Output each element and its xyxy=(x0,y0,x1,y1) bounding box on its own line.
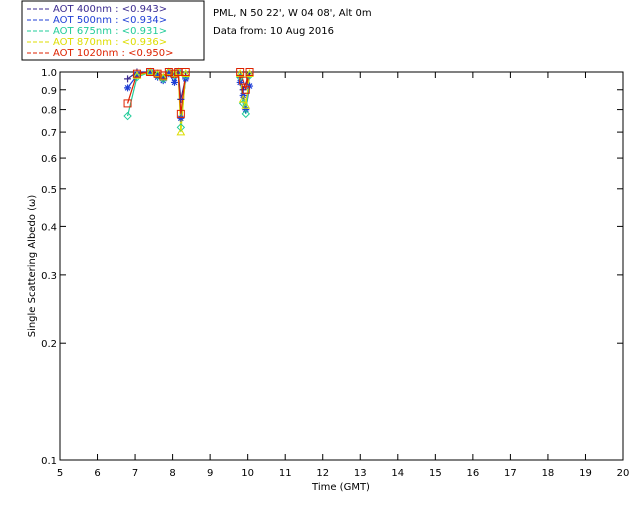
x-tick-label: 19 xyxy=(579,468,592,479)
legend-label: AOT 400nm : <0.943> xyxy=(53,4,167,15)
legend: AOT 400nm : <0.943>AOT 500nm : <0.934>AO… xyxy=(21,0,205,61)
x-axis-title: Time (GMT) xyxy=(311,482,370,493)
y-tick-label: 0.3 xyxy=(41,271,57,282)
x-tick-label: 8 xyxy=(169,468,175,479)
legend-label: AOT 1020nm : <0.950> xyxy=(53,48,173,59)
y-tick-label: 0.8 xyxy=(41,106,57,117)
x-tick-label: 16 xyxy=(466,468,479,479)
y-tick-label: 0.1 xyxy=(41,456,57,467)
y-tick-label: 0.2 xyxy=(41,339,57,350)
y-tick-label: 0.7 xyxy=(41,128,57,139)
y-axis-title: Single Scattering Albedo (ω) xyxy=(27,195,38,338)
data-point-asterisk xyxy=(170,78,178,86)
chart-canvas: AOT 400nm : <0.943>AOT 500nm : <0.934>AO… xyxy=(21,0,630,493)
x-tick-label: 6 xyxy=(94,468,100,479)
x-tick-label: 10 xyxy=(241,468,254,479)
x-tick-label: 11 xyxy=(279,468,292,479)
x-tick-label: 17 xyxy=(504,468,517,479)
y-tick-label: 0.5 xyxy=(41,185,57,196)
plot-area: 5 6 7 8 9 10 11 12 13 14 15 16 17 18 19 20 0.1 0.2 0.3 0.4… xyxy=(41,67,630,479)
data-point-asterisk xyxy=(124,84,132,92)
legend-label: AOT 675nm : <0.931> xyxy=(53,26,167,37)
data-point-asterisk xyxy=(177,114,185,122)
x-tick-label: 5 xyxy=(57,468,63,479)
x-tick-label: 13 xyxy=(354,468,367,479)
date-label: Data from: 10 Aug 2016 xyxy=(213,26,334,37)
legend-label: AOT 870nm : <0.936> xyxy=(53,37,167,48)
y-tick-label: 1.0 xyxy=(41,68,57,79)
x-tick-label: 18 xyxy=(542,468,555,479)
y-tick-label: 0.9 xyxy=(41,86,57,97)
plot-frame xyxy=(59,71,624,461)
x-tick-label: 12 xyxy=(316,468,329,479)
x-tick-label: 15 xyxy=(429,468,442,479)
legend-label: AOT 500nm : <0.934> xyxy=(53,15,167,26)
x-tick-label: 9 xyxy=(207,468,213,479)
x-tick-label: 14 xyxy=(391,468,404,479)
location-label: PML, N 50 22', W 04 08', Alt 0m xyxy=(213,8,372,19)
y-tick-label: 0.6 xyxy=(41,154,57,165)
x-tick-label: 7 xyxy=(132,468,138,479)
y-tick-label: 0.4 xyxy=(41,222,57,233)
x-tick-label: 20 xyxy=(617,468,630,479)
